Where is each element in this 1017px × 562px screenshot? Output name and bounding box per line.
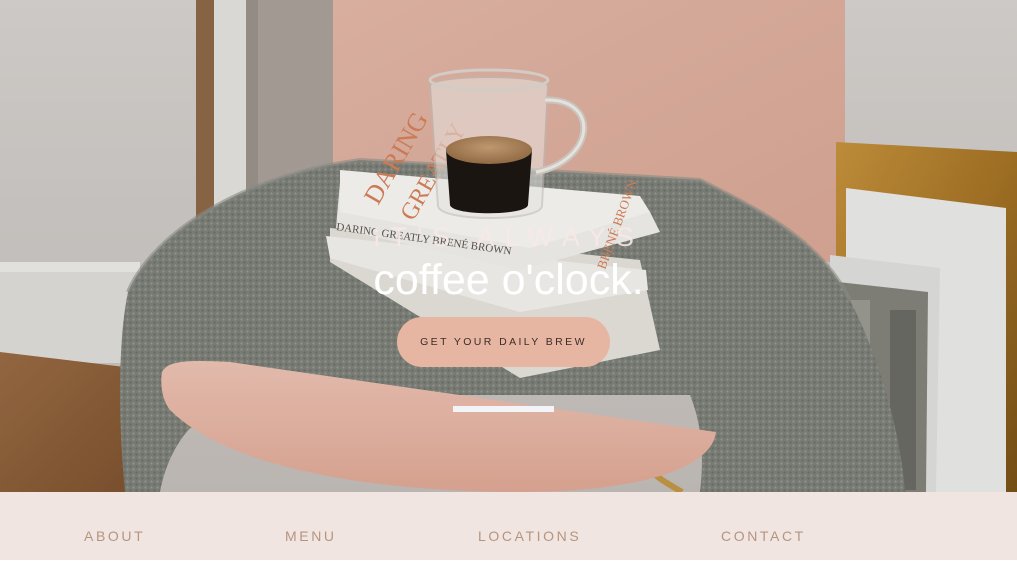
hero-divider [453,406,554,412]
hero-headline: coffee o'clock. [373,256,644,304]
hero-text-overlay: IT'S ALWAYS coffee o'clock. GET YOUR DAI… [0,0,1017,492]
hero-section: DARING GREATLY DARING GREATLY BRENÉ BROW… [0,0,1017,492]
nav-item-menu[interactable]: MENU [285,528,337,544]
page: DARING GREATLY DARING GREATLY BRENÉ BROW… [0,0,1017,562]
get-daily-brew-button[interactable]: GET YOUR DAILY BREW [397,317,610,367]
nav-item-locations[interactable]: LOCATIONS [478,528,581,544]
footer-nav: ABOUT MENU LOCATIONS CONTACT [0,492,1017,562]
nav-item-about[interactable]: ABOUT [84,528,145,544]
hero-tagline: IT'S ALWAYS [373,222,644,252]
nav-item-contact[interactable]: CONTACT [721,528,806,544]
